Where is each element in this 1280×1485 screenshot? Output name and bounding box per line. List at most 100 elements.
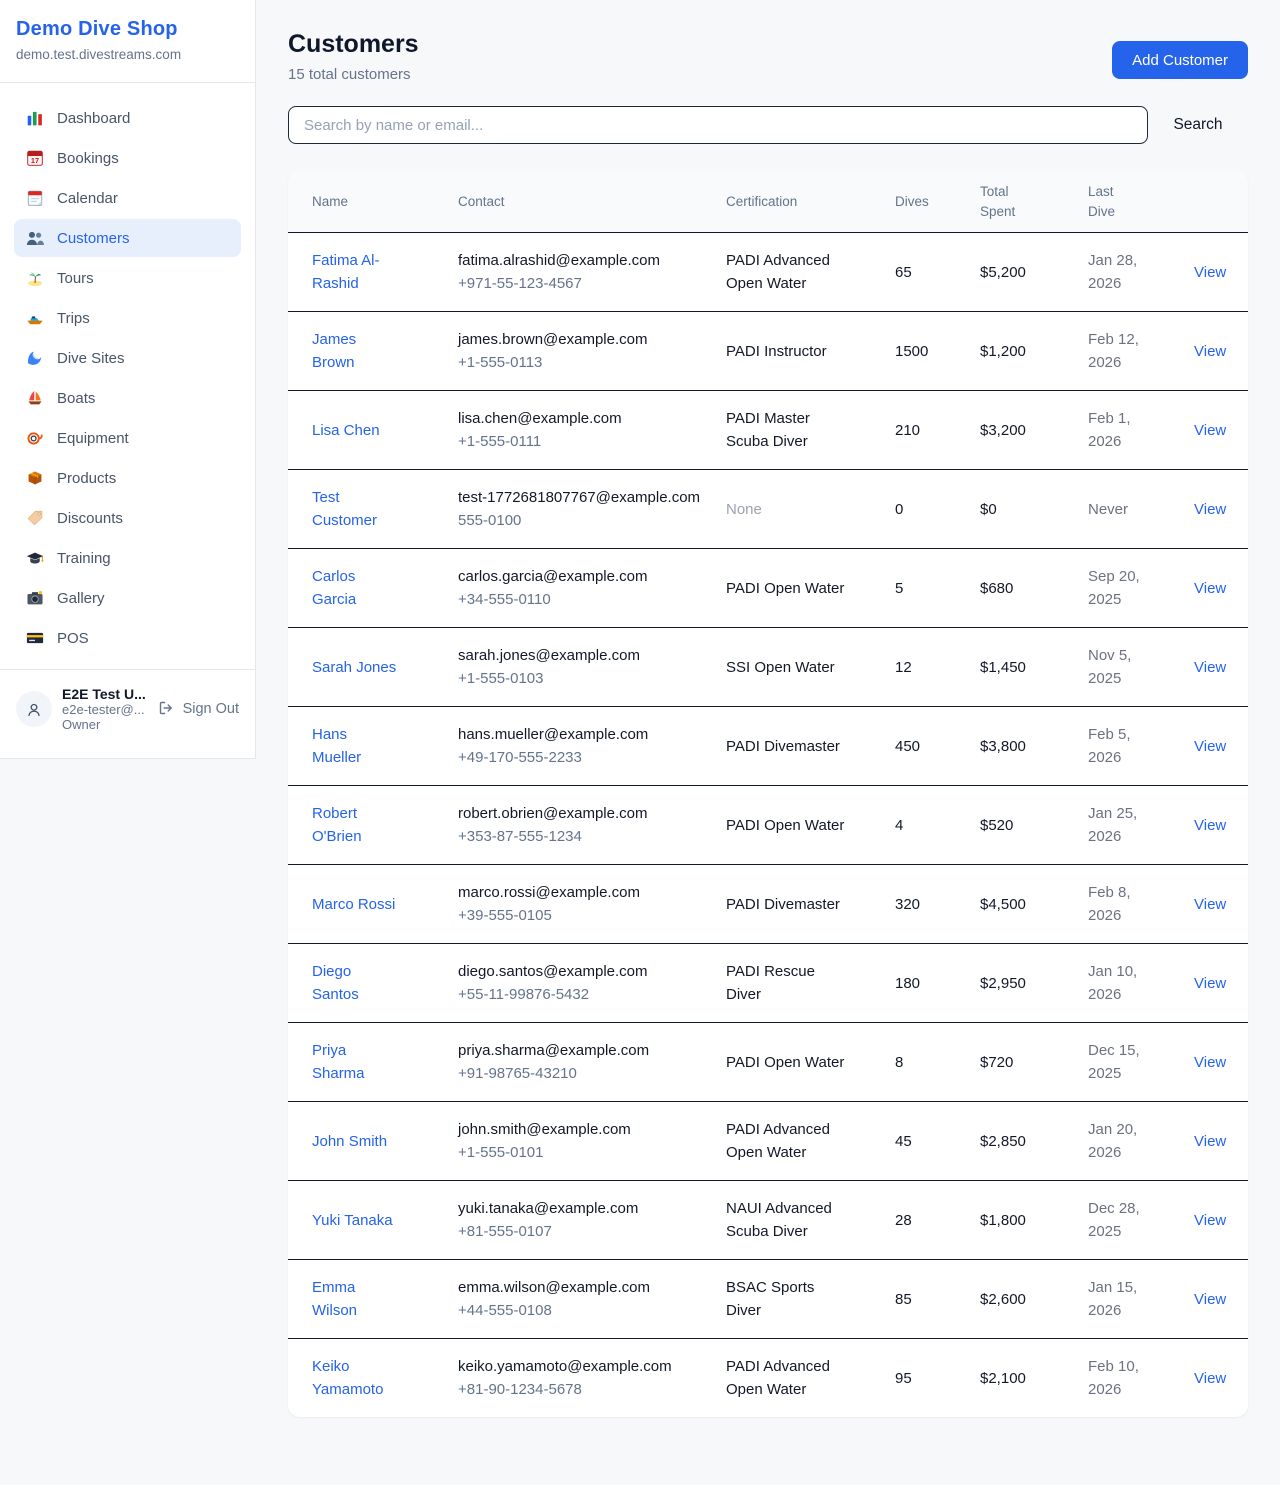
customer-name-link[interactable]: Lisa Chen [312, 419, 380, 442]
view-link[interactable]: View [1194, 659, 1226, 676]
sidebar-item-training[interactable]: Training [14, 539, 241, 577]
customer-dives: 180 [895, 972, 980, 995]
sidebar-item-calendar[interactable]: Calendar [14, 179, 241, 217]
sidebar-item-dive-sites[interactable]: Dive Sites [14, 339, 241, 377]
add-customer-button[interactable]: Add Customer [1112, 41, 1248, 79]
tag-icon [26, 509, 44, 527]
bar-chart-icon [26, 109, 44, 127]
customer-name-link[interactable]: James Brown [312, 328, 400, 374]
customer-total-spent: $2,950 [980, 972, 1088, 995]
customer-name-link[interactable]: Emma Wilson [312, 1276, 400, 1322]
view-link[interactable]: View [1194, 1212, 1226, 1229]
search-button[interactable]: Search [1148, 116, 1248, 134]
customer-name-link[interactable]: Fatima Al-Rashid [312, 249, 400, 295]
customer-dives: 8 [895, 1051, 980, 1074]
customer-name-link[interactable]: John Smith [312, 1130, 387, 1153]
customer-name-link[interactable]: Carlos Garcia [312, 565, 400, 611]
view-link[interactable]: View [1194, 264, 1226, 281]
customer-name-link[interactable]: Robert O'Brien [312, 802, 400, 848]
sidebar-item-label: Gallery [57, 590, 105, 607]
table-row: Sarah Jones sarah.jones@example.com +1-5… [288, 628, 1248, 707]
search-input[interactable] [288, 106, 1148, 144]
customer-total-spent: $3,800 [980, 735, 1088, 758]
table-row: Hans Mueller hans.mueller@example.com +4… [288, 707, 1248, 786]
customer-last-dive: Dec 15, 2025 [1088, 1039, 1152, 1085]
credit-card-icon [26, 629, 44, 647]
customer-name-link[interactable]: Yuki Tanaka [312, 1209, 393, 1232]
sidebar-item-label: Calendar [57, 190, 118, 207]
view-link[interactable]: View [1194, 1370, 1226, 1387]
package-icon [26, 469, 44, 487]
customer-email: fatima.alrashid@example.com [458, 249, 702, 272]
customer-phone: +1-555-0111 [458, 430, 702, 453]
customer-last-dive: Jan 20, 2026 [1088, 1118, 1152, 1164]
customer-name-link[interactable]: Diego Santos [312, 960, 400, 1006]
customer-certification: PADI Advanced Open Water [726, 249, 852, 295]
view-link[interactable]: View [1194, 975, 1226, 992]
customer-name-link[interactable]: Hans Mueller [312, 723, 400, 769]
customer-name-link[interactable]: Sarah Jones [312, 656, 396, 679]
customer-dives: 28 [895, 1209, 980, 1232]
table-row: Robert O'Brien robert.obrien@example.com… [288, 786, 1248, 865]
customer-phone: +44-555-0108 [458, 1299, 702, 1322]
view-link[interactable]: View [1194, 343, 1226, 360]
view-link[interactable]: View [1194, 501, 1226, 518]
view-link[interactable]: View [1194, 817, 1226, 834]
view-link[interactable]: View [1194, 738, 1226, 755]
customer-name-link[interactable]: Marco Rossi [312, 893, 395, 916]
sidebar-item-label: Customers [57, 230, 130, 247]
sidebar-item-tours[interactable]: Tours [14, 259, 241, 297]
table-row: Carlos Garcia carlos.garcia@example.com … [288, 549, 1248, 628]
customer-total-spent: $720 [980, 1051, 1088, 1074]
view-link[interactable]: View [1194, 1133, 1226, 1150]
table-row: Diego Santos diego.santos@example.com +5… [288, 944, 1248, 1023]
sidebar-item-products[interactable]: Products [14, 459, 241, 497]
sidebar-item-pos[interactable]: POS [14, 619, 241, 657]
customer-dives: 1500 [895, 340, 980, 363]
customer-dives: 450 [895, 735, 980, 758]
customer-name-link[interactable]: Keiko Yamamoto [312, 1355, 400, 1401]
customer-certification: PADI Master Scuba Diver [726, 407, 852, 453]
view-link[interactable]: View [1194, 896, 1226, 913]
customer-certification: PADI Rescue Diver [726, 960, 852, 1006]
sidebar-item-discounts[interactable]: Discounts [14, 499, 241, 537]
main-content: Customers 15 total customers Add Custome… [288, 30, 1248, 1417]
customer-total-spent: $520 [980, 814, 1088, 837]
customer-certification: NAUI Advanced Scuba Diver [726, 1197, 852, 1243]
customer-certification: PADI Divemaster [726, 893, 852, 916]
sidebar-item-trips[interactable]: Trips [14, 299, 241, 337]
table-row: Yuki Tanaka yuki.tanaka@example.com +81-… [288, 1181, 1248, 1260]
graduation-cap-icon [26, 549, 44, 567]
customer-certification: BSAC Sports Diver [726, 1276, 852, 1322]
customer-email: yuki.tanaka@example.com [458, 1197, 702, 1220]
sidebar-item-equipment[interactable]: Equipment [14, 419, 241, 457]
customer-total-spent: $1,800 [980, 1209, 1088, 1232]
sidebar-item-dashboard[interactable]: Dashboard [14, 99, 241, 137]
customer-email: test-1772681807767@example.com [458, 486, 702, 509]
calendar-icon [26, 189, 44, 207]
customer-dives: 95 [895, 1367, 980, 1390]
customer-dives: 45 [895, 1130, 980, 1153]
view-link[interactable]: View [1194, 1291, 1226, 1308]
customer-name-link[interactable]: Priya Sharma [312, 1039, 400, 1085]
customer-phone: +353-87-555-1234 [458, 825, 702, 848]
sidebar-item-bookings[interactable]: 17Bookings [14, 139, 241, 177]
column-header-contact: Contact [458, 192, 726, 212]
sidebar-item-boats[interactable]: Boats [14, 379, 241, 417]
customer-certification: PADI Open Water [726, 577, 852, 600]
customers-table: NameContactCertificationDivesTotalSpentL… [288, 171, 1248, 1417]
customer-phone: +971-55-123-4567 [458, 272, 702, 295]
view-link[interactable]: View [1194, 422, 1226, 439]
table-row: James Brown james.brown@example.com +1-5… [288, 312, 1248, 391]
sidebar-item-label: Dashboard [57, 110, 130, 127]
user-avatar-icon [25, 700, 43, 718]
sidebar-item-gallery[interactable]: Gallery [14, 579, 241, 617]
customer-phone: +49-170-555-2233 [458, 746, 702, 769]
customer-phone: 555-0100 [458, 509, 702, 532]
sidebar-item-customers[interactable]: Customers [14, 219, 241, 257]
sign-out-label: Sign Out [183, 701, 239, 717]
sign-out-button[interactable]: Sign Out [158, 700, 239, 718]
customer-name-link[interactable]: Test Customer [312, 486, 400, 532]
view-link[interactable]: View [1194, 1054, 1226, 1071]
view-link[interactable]: View [1194, 580, 1226, 597]
